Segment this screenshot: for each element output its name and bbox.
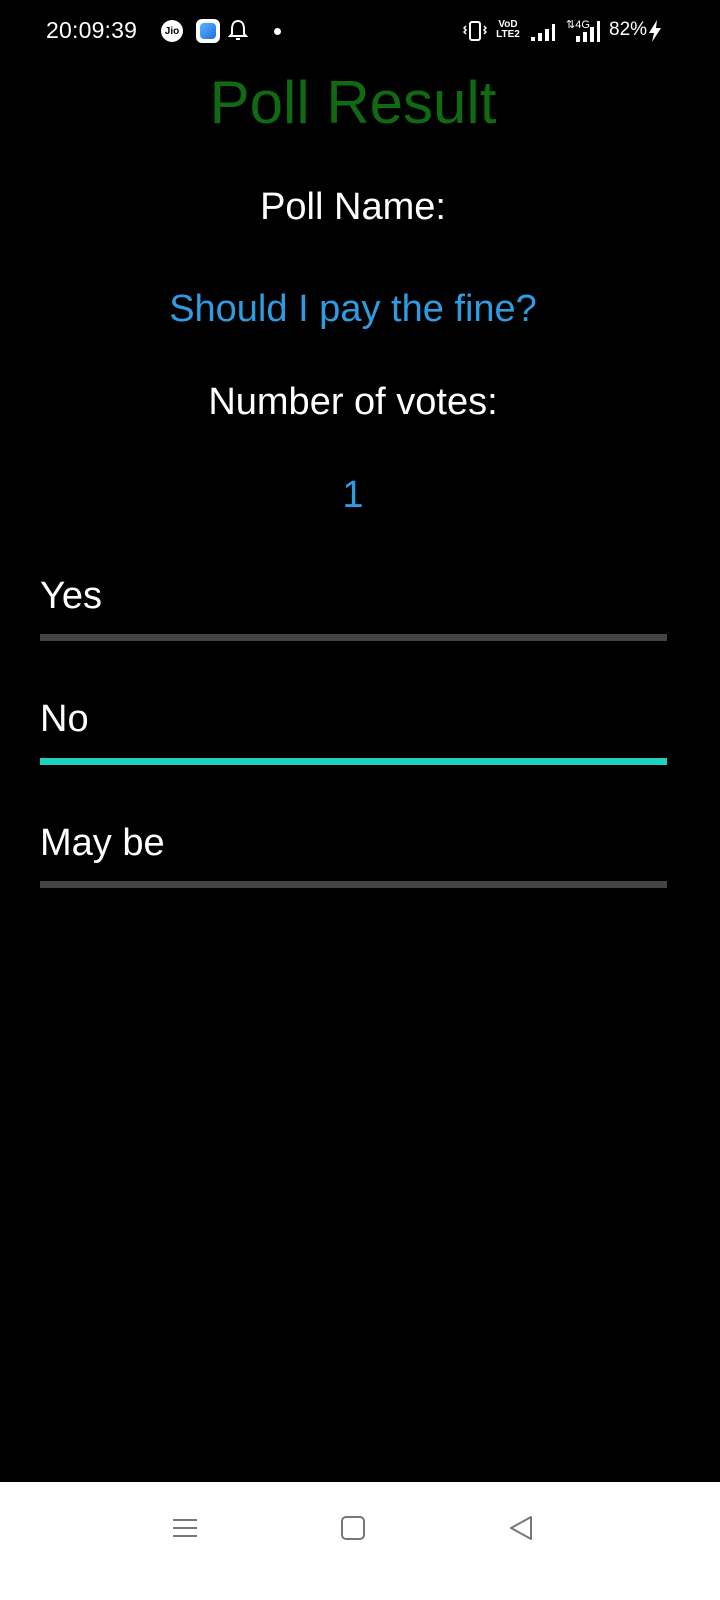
option-label-yes: Yes <box>40 575 102 617</box>
option-bar-maybe <box>40 881 667 888</box>
option-bar-fill <box>40 758 667 765</box>
vibrate-icon <box>462 20 488 47</box>
battery-percent: 82% <box>609 19 648 40</box>
navigation-bar <box>0 1482 720 1600</box>
poll-name-value: Should I pay the fine? <box>169 288 537 330</box>
option-label-maybe: May be <box>40 822 165 864</box>
option-bar-no <box>40 758 667 765</box>
poll-name-label: Poll Name: <box>260 186 446 228</box>
dot-icon <box>274 28 281 35</box>
status-bar: 20:09:39 Jio VoD LTE2 ⇅4G 82% <box>0 0 720 64</box>
home-icon[interactable] <box>339 1514 367 1547</box>
votes-value: 1 <box>342 474 364 516</box>
signal-2-icon: ⇅4G <box>566 18 602 49</box>
back-icon[interactable] <box>507 1514 535 1547</box>
volte-icon: VoD LTE2 <box>496 19 520 40</box>
votes-label: Number of votes: <box>208 381 498 423</box>
page-title: Poll Result <box>209 69 497 136</box>
signal-1-icon <box>530 22 556 47</box>
svg-text:⇅4G: ⇅4G <box>566 19 590 31</box>
jio-icon: Jio <box>161 20 183 42</box>
poll-result-screen: 20:09:39 Jio VoD LTE2 ⇅4G 82% Poll Resul… <box>0 0 720 1600</box>
bell-icon <box>227 18 249 47</box>
charging-bolt-icon <box>648 20 662 47</box>
option-bar-yes <box>40 634 667 641</box>
app-notification-icon <box>196 19 220 43</box>
menu-icon[interactable] <box>171 1514 199 1547</box>
status-time: 20:09:39 <box>46 17 138 43</box>
option-label-no: No <box>40 698 89 740</box>
